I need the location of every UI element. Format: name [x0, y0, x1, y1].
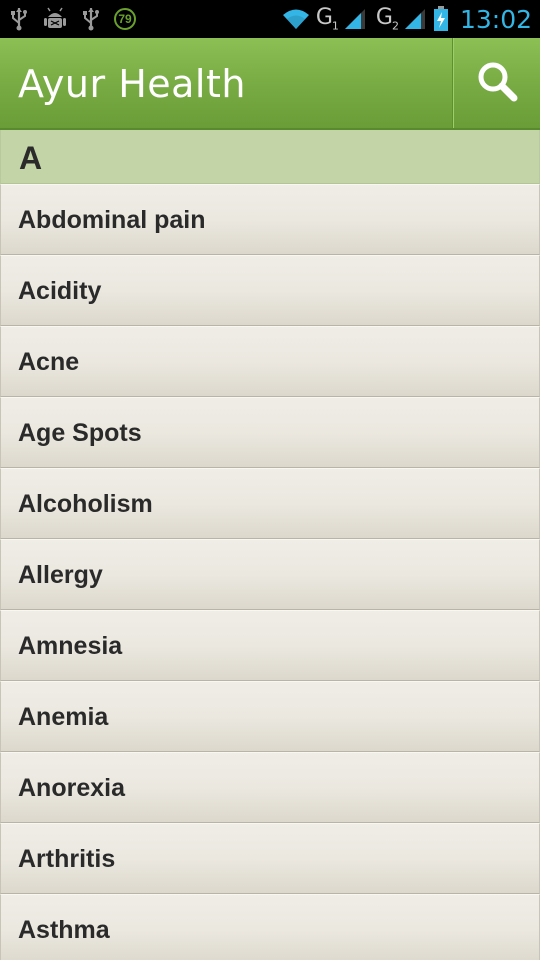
action-bar: Ayur Health: [0, 38, 540, 130]
signal-strength-icon: [342, 6, 368, 32]
list-item[interactable]: Anorexia: [0, 752, 540, 823]
signal-strength-icon: [402, 6, 428, 32]
action-bar-divider: [452, 38, 453, 128]
status-bar-system-icons: G1 G2 13:02: [280, 0, 532, 38]
battery-charging-icon: [432, 6, 450, 32]
list-item[interactable]: Age Spots: [0, 397, 540, 468]
status-bar: 79 G1 G2 13:02: [0, 0, 540, 38]
usb-icon: [6, 6, 32, 32]
wifi-icon: [280, 6, 312, 32]
search-button[interactable]: [454, 38, 540, 128]
list-item[interactable]: Asthma: [0, 894, 540, 960]
list-item[interactable]: Alcoholism: [0, 468, 540, 539]
search-icon: [475, 59, 519, 108]
list-item[interactable]: Acne: [0, 326, 540, 397]
list-item[interactable]: Allergy: [0, 539, 540, 610]
network-type-2: G2: [375, 5, 399, 33]
network-type-1: G1: [315, 5, 339, 33]
ailment-list[interactable]: A Abdominal pain Acidity Acne Age Spots …: [0, 130, 540, 960]
android-debug-icon: [42, 6, 68, 32]
app-title: Ayur Health: [18, 62, 246, 106]
list-item[interactable]: Acidity: [0, 255, 540, 326]
usb-icon: [78, 6, 104, 32]
section-header-a: A: [0, 130, 540, 184]
list-item[interactable]: Abdominal pain: [0, 184, 540, 255]
list-item[interactable]: Arthritis: [0, 823, 540, 894]
notification-count-badge: 79: [114, 8, 136, 30]
list-item[interactable]: Anemia: [0, 681, 540, 752]
status-bar-clock: 13:02: [459, 4, 532, 34]
list-item[interactable]: Amnesia: [0, 610, 540, 681]
status-bar-notifications: 79: [6, 0, 136, 38]
